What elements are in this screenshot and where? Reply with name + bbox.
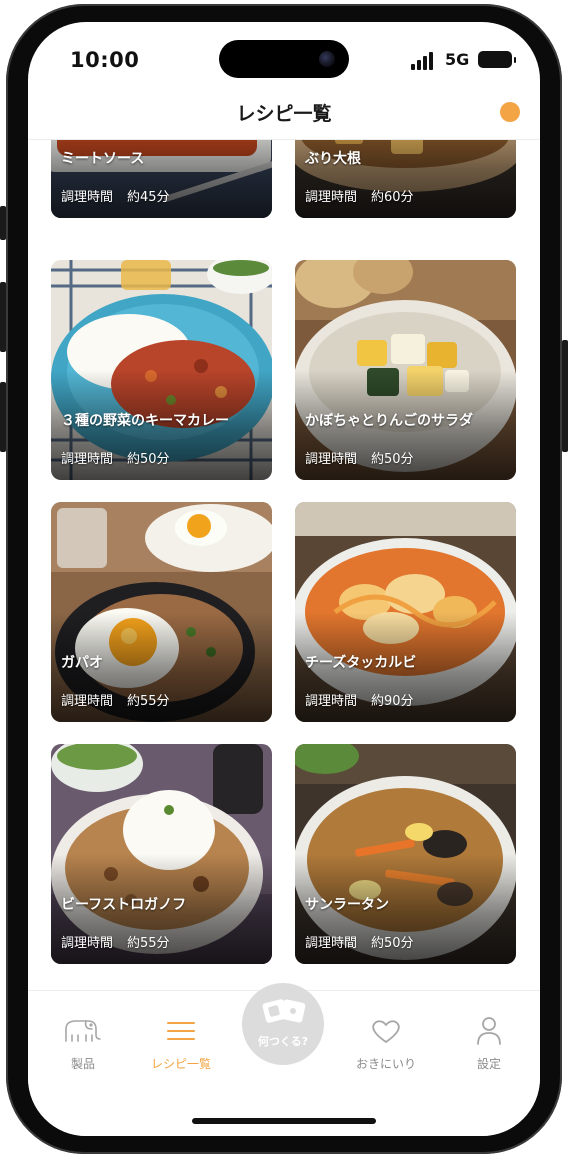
time-label: 調理時間 (61, 452, 114, 467)
mute-switch (0, 206, 6, 240)
time-value: 約50分 (127, 452, 170, 467)
recipe-card[interactable]: ビーフストロガノフ 調理時間 約55分 (51, 744, 272, 964)
recipe-time: 調理時間 約45分 (61, 186, 170, 205)
recipe-card[interactable]: かぼちゃとりんごのサラダ 調理時間 約50分 (295, 260, 516, 480)
what-to-make-button[interactable]: 何つくる? (242, 983, 324, 1065)
tab-label: レシピ一覧 (150, 1057, 211, 1071)
battery-tip (514, 57, 516, 63)
home-indicator[interactable] (192, 1118, 376, 1124)
recipe-name: ビーフストロガノフ (61, 897, 187, 913)
status-time: 10:00 (70, 48, 140, 72)
time-value: 約55分 (127, 936, 170, 951)
recipe-grid: ミートソース 調理時間 約45分 ぶり大根 調理時間 約60分 ３種の野菜のキー… (28, 140, 540, 990)
screen: 10:00 5G レシピ一覧 ミートソース 調理時間 約45分 ぶり大根 調理時… (28, 22, 540, 1136)
recipe-name: ガパオ (61, 655, 103, 671)
cards-icon (262, 999, 306, 1023)
recipe-time: 調理時間 約55分 (61, 690, 170, 709)
dynamic-island (219, 40, 349, 78)
recipe-card[interactable]: ガパオ 調理時間 約55分 (51, 502, 272, 722)
time-label: 調理時間 (61, 936, 114, 951)
time-label: 調理時間 (305, 936, 358, 951)
tab-recipes[interactable]: レシピ一覧 (136, 1015, 226, 1085)
time-value: 約55分 (127, 694, 170, 709)
recipe-time: 調理時間 約50分 (61, 448, 170, 467)
time-value: 約50分 (371, 936, 414, 951)
network-type: 5G (445, 50, 470, 69)
tab-bar: 製品 レシピ一覧 何つくる? おきにいり 設定 (28, 983, 540, 1136)
elephant-icon (65, 1020, 101, 1042)
time-label: 調理時間 (61, 694, 114, 709)
time-value: 約50分 (371, 452, 414, 467)
status-bar: 10:00 5G (28, 22, 540, 102)
recipe-card[interactable]: チーズタッカルビ 調理時間 約90分 (295, 502, 516, 722)
nav-header: レシピ一覧 (28, 100, 540, 140)
recipe-time: 調理時間 約60分 (305, 186, 414, 205)
time-value: 約90分 (371, 694, 414, 709)
recipe-name: ３種の野菜のキーマカレー (61, 413, 229, 429)
recipe-name: ミートソース (61, 151, 145, 167)
battery-icon (478, 51, 512, 68)
recipe-card[interactable]: サンラータン 調理時間 約50分 (295, 744, 516, 964)
signal-icon (411, 52, 437, 70)
recipe-time: 調理時間 約55分 (61, 932, 170, 951)
recipe-card[interactable]: ３種の野菜のキーマカレー 調理時間 約50分 (51, 260, 272, 480)
menu-icon (167, 1022, 195, 1040)
volume-up-button (0, 282, 6, 352)
person-icon (477, 1017, 501, 1045)
time-value: 約60分 (371, 190, 414, 205)
recipe-time: 調理時間 約50分 (305, 448, 414, 467)
time-value: 約45分 (127, 190, 170, 205)
recipe-card[interactable]: ぶり大根 調理時間 約60分 (295, 140, 516, 218)
recipe-name: ぶり大根 (305, 151, 361, 167)
heart-icon (372, 1020, 400, 1043)
tab-label: おきにいり (355, 1057, 416, 1071)
recipe-time: 調理時間 約50分 (305, 932, 414, 951)
page-title: レシピ一覧 (236, 103, 332, 125)
tab-products[interactable]: 製品 (38, 1015, 128, 1085)
time-label: 調理時間 (305, 190, 358, 205)
time-label: 調理時間 (61, 190, 114, 205)
recipe-name: サンラータン (305, 897, 389, 913)
fab-label: 何つくる? (257, 1035, 309, 1048)
recipe-time: 調理時間 約90分 (305, 690, 414, 709)
tab-label: 設定 (476, 1057, 501, 1071)
tab-label: 製品 (70, 1057, 95, 1071)
camera-icon (319, 51, 335, 67)
time-label: 調理時間 (305, 452, 358, 467)
recipe-name: かぼちゃとりんごのサラダ (305, 413, 473, 429)
notification-dot[interactable] (500, 102, 520, 122)
time-label: 調理時間 (305, 694, 358, 709)
volume-down-button (0, 382, 6, 452)
tab-settings[interactable]: 設定 (444, 1015, 534, 1085)
tab-favorites[interactable]: おきにいり (341, 1015, 431, 1085)
recipe-name: チーズタッカルビ (305, 655, 417, 671)
recipe-card[interactable]: ミートソース 調理時間 約45分 (51, 140, 272, 218)
power-button (562, 340, 568, 452)
